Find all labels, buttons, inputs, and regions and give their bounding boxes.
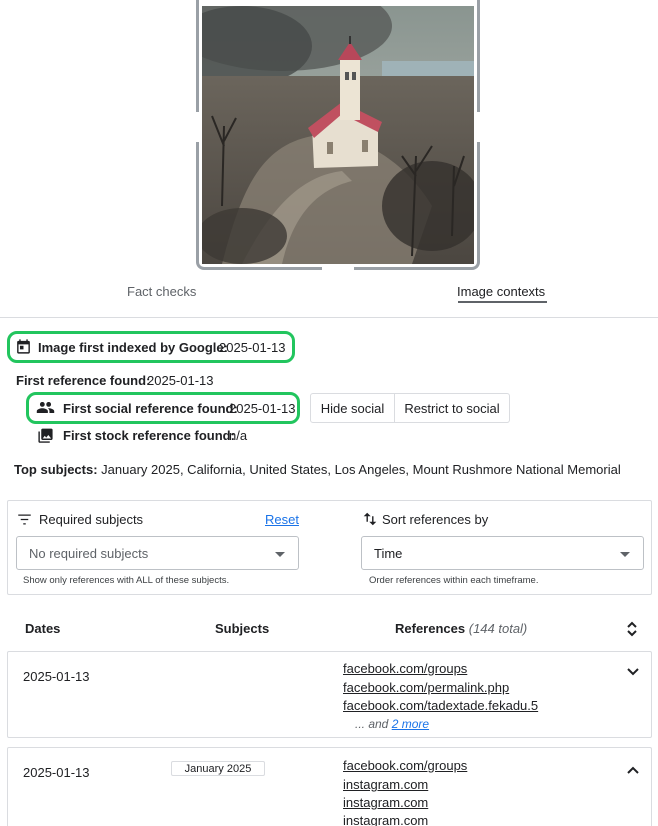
row-date: 2025-01-13 [23, 669, 90, 684]
restrict-to-social-button[interactable]: Restrict to social [394, 393, 510, 423]
first-indexed-value: 2025-01-13 [219, 340, 286, 355]
first-social-value: 2025-01-13 [229, 401, 296, 416]
row-date: 2025-01-13 [23, 765, 90, 780]
references-total: (144 total) [468, 621, 528, 636]
header-subjects: Subjects [215, 621, 270, 636]
reference-link[interactable]: instagram.com [343, 813, 428, 826]
reference-link[interactable]: facebook.com/tadextade.fekadu.5 [343, 698, 538, 713]
filter-panel: Required subjects Reset No required subj… [7, 500, 652, 595]
sort-label: Sort references by [382, 512, 489, 527]
sort-select[interactable]: Time [361, 536, 644, 570]
required-subjects-select[interactable]: No required subjects [16, 536, 299, 570]
subject-chip[interactable]: January 2025 [171, 761, 265, 776]
references-label: References [395, 621, 466, 636]
first-indexed-label: Image first indexed by Google: [38, 340, 228, 355]
chevron-up-icon[interactable] [627, 761, 639, 779]
filter-icon [17, 513, 32, 531]
unfold-icon[interactable] [626, 621, 638, 642]
top-subjects-label: Top subjects: [14, 462, 98, 477]
required-subjects-placeholder: No required subjects [29, 545, 149, 561]
first-social-label: First social reference found: [63, 401, 238, 416]
crop-handle-bottom[interactable] [322, 266, 354, 270]
tab-fact-checks[interactable]: Fact checks [127, 284, 196, 299]
image-icon [37, 427, 54, 448]
tab-bar: Fact checks Image contexts [0, 278, 658, 318]
reference-link[interactable]: facebook.com/permalink.php [343, 680, 509, 695]
more-prefix: ... and [355, 717, 389, 731]
crop-handle-right[interactable] [476, 112, 481, 142]
first-stock-label: First stock reference found: [63, 428, 235, 443]
people-icon [36, 400, 55, 420]
required-subjects-hint: Show only references with ALL of these s… [23, 575, 230, 586]
more-link[interactable]: 2 more [392, 717, 429, 731]
reference-link[interactable]: facebook.com/groups [343, 758, 467, 773]
header-references: References (144 total) [395, 621, 527, 636]
image-preview [195, 0, 481, 270]
reset-link[interactable]: Reset [265, 512, 299, 527]
tab-image-contexts[interactable]: Image contexts [457, 284, 545, 299]
table-row: 2025-01-13 January 2025 facebook.com/gro… [7, 747, 652, 826]
reference-link[interactable]: instagram.com [343, 777, 428, 792]
chevron-down-icon [620, 552, 630, 557]
crop-frame[interactable] [196, 0, 480, 270]
sort-value: Time [374, 545, 403, 561]
first-stock-value: n/a [229, 428, 248, 443]
top-subjects: Top subjects: January 2025, California, … [14, 462, 621, 477]
chevron-down-icon [275, 552, 285, 557]
header-dates: Dates [25, 621, 61, 636]
chevron-down-icon[interactable] [627, 663, 639, 681]
reference-link[interactable]: facebook.com/groups [343, 661, 467, 676]
top-subjects-value: January 2025, California, United States,… [101, 462, 621, 477]
more-references: ... and 2 more [355, 717, 429, 731]
table-row: 2025-01-13 facebook.com/groups facebook.… [7, 651, 652, 738]
active-tab-indicator [458, 301, 547, 303]
required-subjects-label: Required subjects [39, 512, 144, 527]
first-reference-label: First reference found: [16, 373, 151, 388]
calendar-icon [15, 338, 32, 360]
first-reference-value: 2025-01-13 [147, 373, 214, 388]
sort-hint: Order references within each timeframe. [369, 575, 539, 586]
sort-icon [363, 511, 377, 532]
hide-social-button[interactable]: Hide social [310, 393, 395, 423]
reference-link[interactable]: instagram.com [343, 795, 428, 810]
crop-handle-left[interactable] [195, 112, 200, 142]
